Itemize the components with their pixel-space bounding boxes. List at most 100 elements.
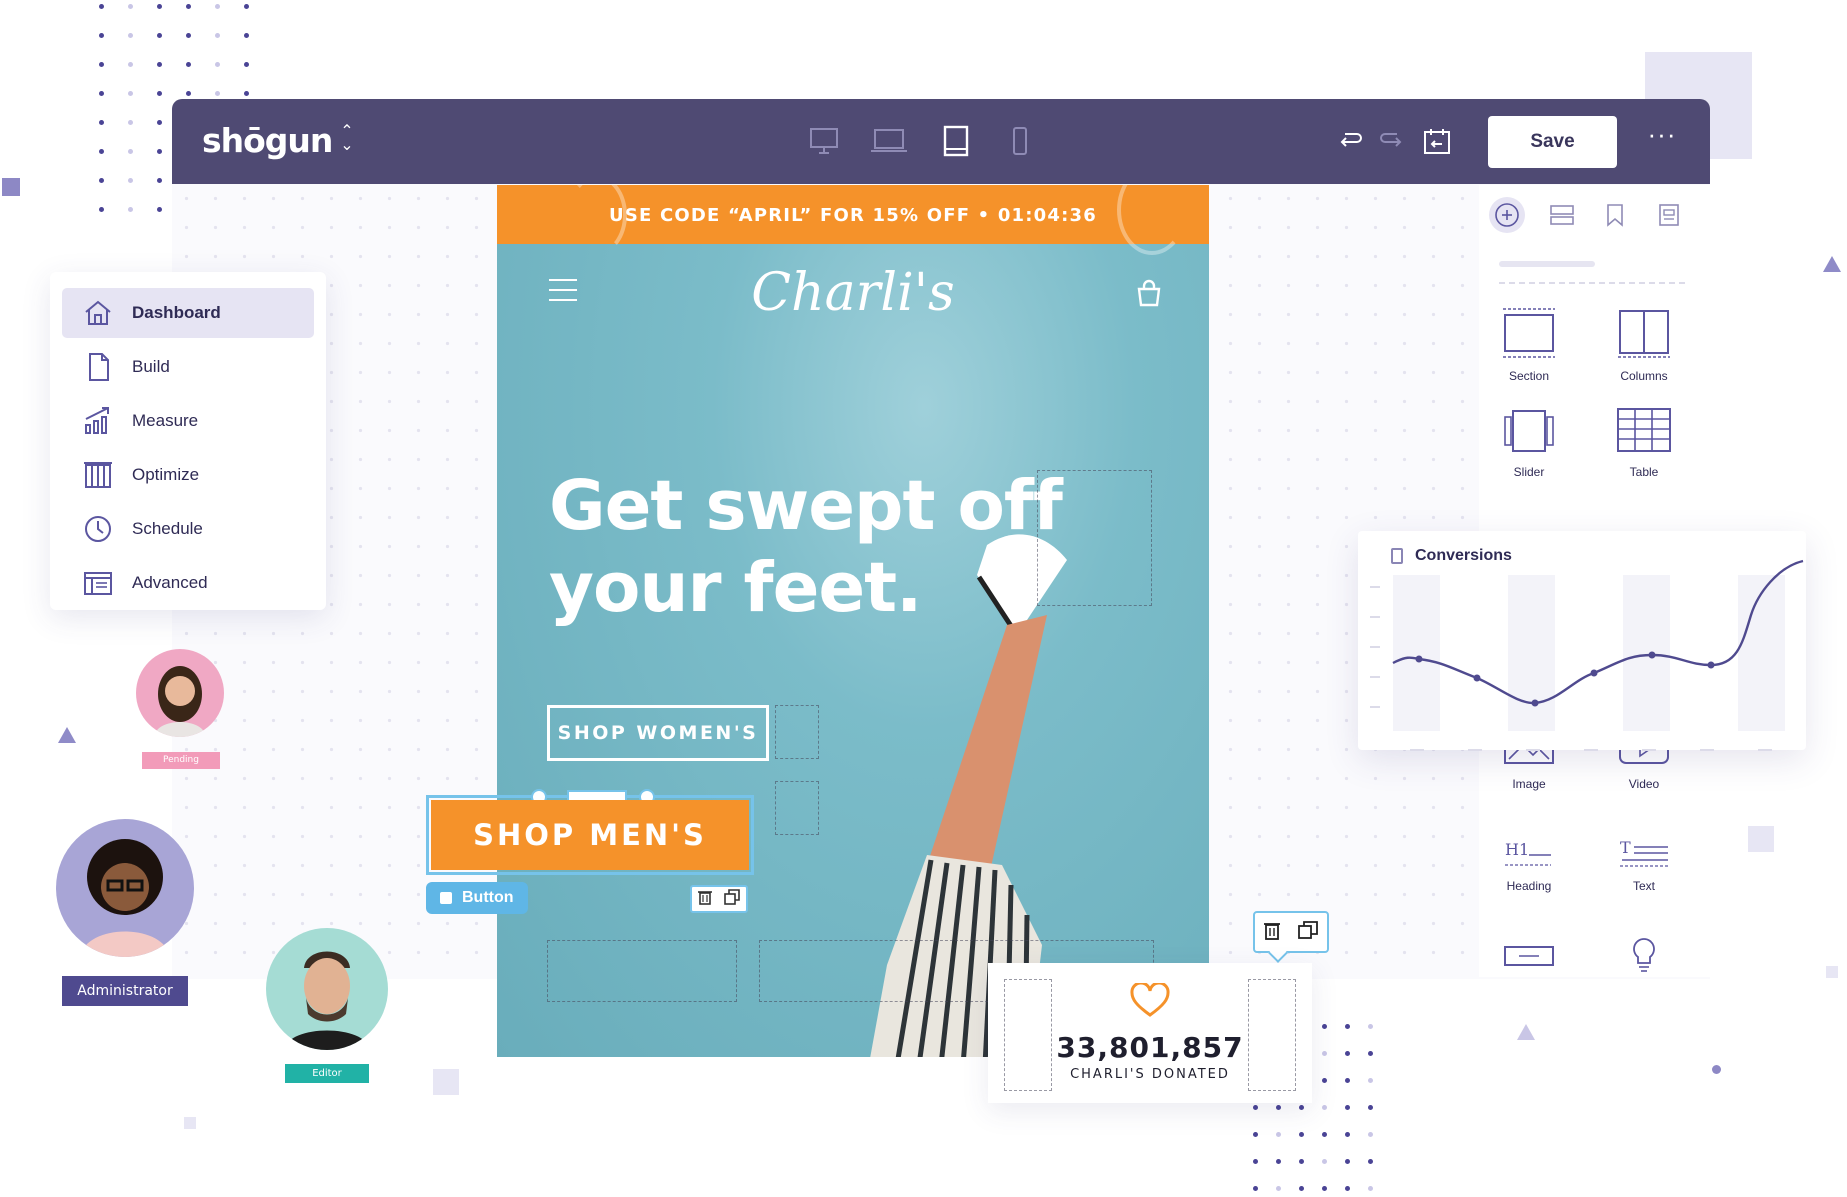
component-section[interactable]: Section — [1479, 305, 1579, 383]
mobile-view-icon[interactable] — [1010, 124, 1030, 158]
bookmark-icon[interactable] — [1595, 195, 1635, 235]
page-preview[interactable]: USE CODE “APRIL” FOR 15% OFF • 01:04:36 … — [497, 185, 1209, 1057]
save-button[interactable]: Save — [1488, 116, 1617, 168]
decor-dot — [128, 207, 133, 212]
decor-dot — [244, 91, 249, 96]
decor-square — [1826, 966, 1838, 978]
main-navigation: Dashboard Build Measure Optimize Schedul… — [50, 272, 326, 610]
decor-dot — [1322, 1159, 1327, 1164]
tablet-view-icon[interactable] — [941, 124, 971, 158]
avatar-editor[interactable] — [266, 928, 388, 1050]
empty-block-placeholder[interactable] — [775, 705, 819, 759]
redo-icon[interactable] — [1377, 125, 1407, 157]
heart-icon — [1130, 983, 1170, 1017]
hero-line-2: your feet. — [549, 548, 922, 628]
columns-icon — [1618, 310, 1670, 358]
component-text[interactable]: T Text — [1594, 835, 1694, 893]
empty-block-placeholder[interactable] — [547, 940, 737, 1002]
decor-dot — [99, 120, 104, 125]
donation-counter-card[interactable]: 33,801,857 CHARLI'S DONATED — [988, 963, 1312, 1103]
decor-dot — [157, 33, 162, 38]
decor-dot — [128, 120, 133, 125]
empty-block-placeholder[interactable] — [775, 781, 819, 835]
duplicate-icon[interactable] — [1297, 920, 1319, 945]
decor-dot — [1322, 1132, 1327, 1137]
component-label: Section — [1508, 369, 1550, 383]
panel-search-bar[interactable] — [1499, 261, 1595, 267]
component-columns[interactable]: Columns — [1594, 305, 1694, 383]
decor-dot — [128, 4, 133, 9]
decor-dot — [1345, 1159, 1350, 1164]
decor-dot — [1368, 1132, 1373, 1137]
nav-item-build[interactable]: Build — [62, 342, 314, 392]
slider-icon — [1504, 410, 1554, 452]
decor-dot — [1253, 1132, 1258, 1137]
element-toolbar — [690, 885, 748, 913]
nav-label: Schedule — [132, 519, 203, 538]
nav-item-optimize[interactable]: Optimize — [62, 450, 314, 500]
component-slider[interactable]: Slider — [1479, 405, 1579, 479]
decor-dot — [128, 178, 133, 183]
chart-up-icon — [85, 407, 109, 434]
conversions-card[interactable]: Conversions — [1358, 531, 1806, 751]
trash-icon[interactable] — [1263, 920, 1281, 945]
decor-dot — [99, 149, 104, 154]
decor-dot — [157, 62, 162, 67]
decor-arrow — [1823, 256, 1841, 272]
nav-item-advanced[interactable]: Advanced — [62, 558, 314, 608]
shopping-bag-icon[interactable] — [1135, 279, 1163, 307]
empty-block-placeholder[interactable] — [1037, 470, 1152, 606]
selected-element-frame[interactable]: SHOP MEN'S — [426, 789, 754, 875]
table-icon — [1617, 408, 1671, 452]
decor-dot — [1345, 1186, 1350, 1191]
avatar-administrator[interactable] — [56, 819, 194, 957]
decor-dot — [1276, 1186, 1281, 1191]
decor-dot — [1345, 1024, 1350, 1029]
decor-dot — [157, 149, 162, 154]
laptop-view-icon[interactable] — [869, 124, 909, 158]
shop-mens-button[interactable]: SHOP MEN'S — [431, 800, 749, 870]
component-table[interactable]: Table — [1594, 405, 1694, 479]
decor-dot — [1322, 1051, 1327, 1056]
nav-label: Measure — [132, 411, 199, 430]
avatar-pending-user[interactable] — [136, 649, 224, 737]
lightbulb-icon — [1633, 938, 1655, 972]
component-heading[interactable]: H1 Heading — [1479, 835, 1579, 893]
decor-dot — [1322, 1078, 1327, 1083]
decor-dot — [215, 4, 220, 9]
panel-divider — [1499, 282, 1685, 284]
block-toolbar — [1253, 911, 1329, 953]
nav-label: Dashboard — [132, 303, 221, 322]
nav-label: Advanced — [132, 573, 208, 592]
trash-icon[interactable] — [698, 889, 712, 910]
donation-value: 33,801,857 — [1056, 1031, 1244, 1064]
desktop-view-icon[interactable] — [806, 124, 842, 158]
schedule-publish-icon[interactable] — [1422, 125, 1452, 157]
templates-icon[interactable] — [1649, 195, 1689, 235]
decor-dot — [1345, 1132, 1350, 1137]
nav-item-measure[interactable]: Measure — [62, 396, 314, 446]
top-toolbar: shōgun ⌃ ⌄ Save ··· — [172, 99, 1710, 184]
component-lightbulb[interactable] — [1594, 937, 1694, 973]
decor-dot — [215, 62, 220, 67]
duplicate-icon[interactable] — [724, 888, 740, 910]
store-switcher-icon[interactable]: ⌃ ⌄ — [337, 124, 357, 157]
nav-item-dashboard[interactable]: Dashboard — [62, 288, 314, 338]
decor-dot — [1276, 1132, 1281, 1137]
component-divider[interactable] — [1479, 943, 1579, 969]
decor-dot — [1253, 1186, 1258, 1191]
layout-icon[interactable] — [1542, 195, 1582, 235]
decor-dot — [157, 120, 162, 125]
more-options-icon[interactable]: ··· — [1640, 119, 1684, 163]
add-element-icon[interactable] — [1487, 195, 1527, 235]
decor-square — [184, 1117, 196, 1129]
decor-square — [2, 178, 20, 196]
promo-banner[interactable]: USE CODE “APRIL” FOR 15% OFF • 01:04:36 — [497, 185, 1209, 255]
nav-item-schedule[interactable]: Schedule — [62, 504, 314, 554]
shop-womens-button[interactable]: SHOP WOMEN'S — [547, 705, 769, 761]
decor-dot — [215, 91, 220, 96]
home-icon — [85, 300, 111, 325]
element-type-tag[interactable]: Button — [426, 882, 528, 914]
decor-dot — [1368, 1051, 1373, 1056]
undo-icon[interactable] — [1335, 125, 1365, 157]
